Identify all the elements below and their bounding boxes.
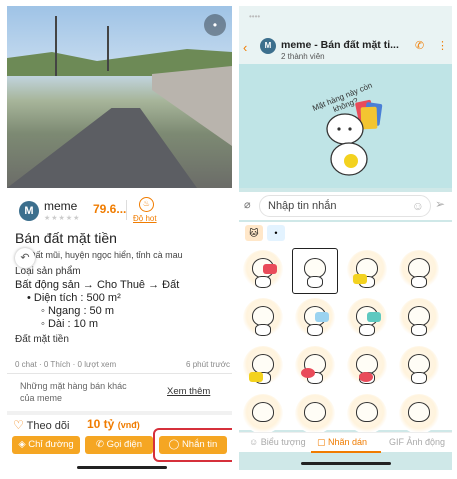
stats-text: 0 chat · 0 Thích · 0 lượt xem (15, 360, 117, 369)
cat-sticker-icon[interactable] (347, 346, 387, 386)
cat-sticker-icon[interactable] (243, 298, 283, 338)
message-input-row: ⌀ Nhập tin nhắn ☺ ➢ (239, 192, 452, 220)
spec-length: ◦ Dài : 10 m (41, 318, 99, 330)
chat-avatar[interactable]: M (260, 38, 276, 54)
cat-sticker-icon[interactable] (295, 394, 335, 434)
seller-divider (126, 200, 127, 220)
more-vertical-icon[interactable]: ⋮ (437, 39, 448, 52)
divider (7, 411, 232, 415)
listing-address: Đất mũi, huyện ngọc hiển, tỉnh cà mau (29, 250, 183, 260)
highlight-box (153, 428, 232, 462)
home-indicator (77, 466, 167, 469)
active-tab-indicator (311, 451, 381, 453)
category-path: Bất động sản → Cho Thuê → Đất (15, 279, 180, 291)
seller-rating-stars-icon: ★★★★★ (44, 215, 81, 222)
listing-screen: • M meme ★★★★★ 79.6... ♨ Độ hot Bán đất … (7, 6, 232, 470)
spec-width-text: Ngang : 50 m (47, 305, 115, 317)
cat-sticker-icon[interactable] (347, 394, 387, 434)
tab-stickers[interactable]: ▢ Nhãn dán (317, 437, 367, 448)
cat-sticker-icon[interactable] (243, 250, 283, 290)
keyboard-tabs: ☺ Biểu tượng ▢ Nhãn dán GIF Ảnh động (239, 432, 452, 453)
cat-sticker-icon[interactable] (243, 394, 283, 434)
follow-label: Theo dõi (26, 420, 70, 432)
cat-sticker-icon[interactable] (347, 298, 387, 338)
listing-detail: Bán đất mặt tiền Đất mũi, huyện ngọc hiể… (15, 230, 230, 345)
chat-title[interactable]: meme - Bán đất mặt ti... (281, 39, 411, 51)
category-label: Loại sản phẩm (15, 266, 81, 277)
chat-screen: •••• ‹ M meme - Bán đất mặt ti... 2 thàn… (239, 6, 452, 470)
call-button[interactable]: ✆ Gọi điện (85, 436, 153, 454)
heart-icon: ♡ (13, 418, 24, 432)
chat-members: 2 thành viên (281, 52, 325, 61)
seller-name[interactable]: meme (44, 199, 77, 213)
emoji-icon[interactable]: ☺ (412, 199, 424, 213)
cat-sticker-icon[interactable] (399, 250, 439, 290)
phone-icon[interactable]: ✆ (415, 39, 424, 52)
photo-more-icon[interactable]: • (204, 14, 226, 36)
listing-subtitle: Đất mặt tiền (15, 334, 69, 345)
send-icon[interactable]: ➢ (435, 197, 445, 211)
listing-stats: 0 chat · 0 Thích · 0 lượt xem 6 phút trư… (15, 360, 230, 369)
price-value: 10 tỷ (87, 417, 115, 431)
cat-sticker-icon[interactable] (399, 298, 439, 338)
cat-sticker-icon (326, 99, 383, 176)
listing-title: Bán đất mặt tiền (15, 230, 117, 246)
sticker-pack-tab[interactable]: 🐱 (245, 225, 263, 241)
photo-pole (55, 16, 57, 76)
spec-area-text: Diện tích : 500 m² (33, 292, 121, 304)
back-arrow-icon[interactable]: ↶ (15, 248, 35, 268)
divider (7, 373, 232, 374)
see-more-link[interactable]: Xem thêm (167, 386, 210, 397)
hot-label[interactable]: Độ hot (133, 214, 157, 223)
photo-wall (152, 66, 232, 146)
sticker-grid (239, 244, 452, 434)
tab-stickers-label: Nhãn dán (328, 437, 368, 447)
call-label: Gọi điện (106, 439, 142, 450)
spec-width: ◦ Ngang : 50 m (41, 305, 115, 317)
cat-sticker-icon[interactable] (295, 346, 335, 386)
phone-icon: ✆ (96, 439, 107, 450)
seller-score: 79.6... (93, 202, 127, 216)
photo-pole (107, 26, 109, 71)
cat-sticker-icon[interactable] (399, 346, 439, 386)
tab-icons[interactable]: ☺ Biểu tượng (249, 437, 306, 447)
directions-button[interactable]: ◈ Chỉ đường (12, 436, 80, 454)
status-bar: •••• (249, 12, 261, 21)
sticker-pack-tabs: 🐱 • (239, 222, 452, 244)
tab-icons-label: Biểu tượng (260, 437, 306, 447)
listing-photo[interactable]: • (7, 6, 232, 188)
posted-time: 6 phút trước (186, 360, 230, 369)
sticker-preview: Mặt hàng này còn không? (239, 64, 452, 188)
selected-sticker-frame (292, 248, 338, 294)
cat-sticker-icon[interactable] (399, 394, 439, 434)
follow-button[interactable]: ♡ Theo dõi (13, 418, 69, 432)
chat-header: •••• ‹ M meme - Bán đất mặt ti... 2 thàn… (239, 6, 452, 64)
attach-icon[interactable]: ⌀ (244, 198, 251, 211)
spec-area: • Diện tích : 500 m² (27, 292, 121, 304)
back-chevron-icon[interactable]: ‹ (243, 40, 247, 55)
tab-gif[interactable]: GIF Ảnh động (389, 437, 445, 447)
message-input[interactable]: Nhập tin nhắn ☺ (259, 195, 431, 217)
price-unit: (vnđ) (117, 420, 140, 430)
location-icon: ◈ (18, 439, 29, 450)
sticker-pack-tab[interactable]: • (267, 225, 285, 241)
message-input-placeholder: Nhập tin nhắn (268, 200, 337, 212)
price: 10 tỷ (vnđ) (87, 417, 140, 431)
directions-label: Chỉ đường (28, 439, 74, 450)
seller-row[interactable]: M meme ★★★★★ 79.6... ♨ Độ hot (7, 194, 232, 226)
tab-gif-label: Ảnh động (406, 437, 446, 447)
hot-icon[interactable]: ♨ (139, 197, 154, 212)
cat-sticker-icon[interactable] (243, 346, 283, 386)
cat-sticker-icon[interactable] (347, 250, 387, 290)
spec-length-text: Dài : 10 m (47, 318, 99, 330)
more-items-text: Những mặt hàng bán khác của meme (20, 381, 127, 403)
cat-sticker-icon[interactable] (295, 298, 335, 338)
photo-road (7, 108, 197, 188)
seller-avatar: M (19, 201, 39, 221)
home-indicator (301, 462, 391, 465)
